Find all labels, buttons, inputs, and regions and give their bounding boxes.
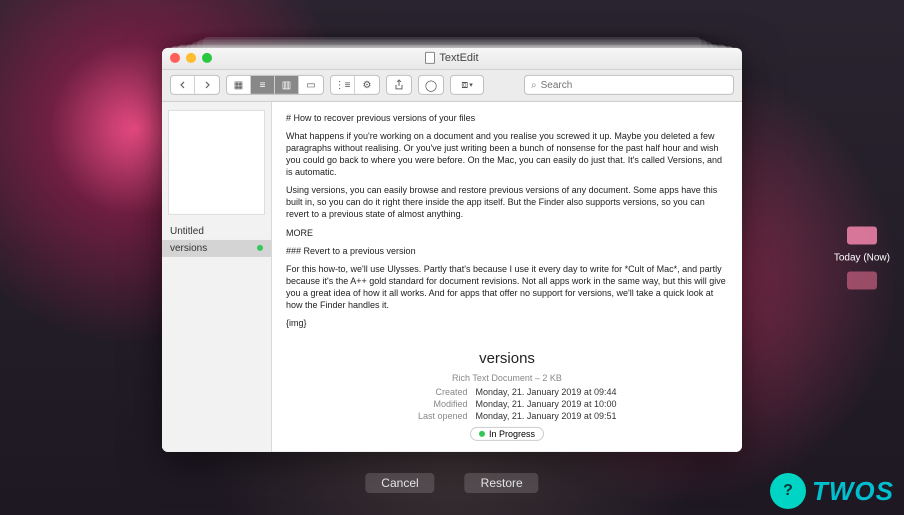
document-icon [425, 52, 435, 64]
watermark-badge-icon: ? [770, 473, 806, 509]
sidebar: Untitled versions [162, 101, 272, 451]
view-group: ▦ ≡ ▥ ▭ [226, 75, 324, 95]
sidebar-item-label: Untitled [170, 225, 204, 236]
forward-button[interactable] [195, 76, 219, 94]
doc-subheading: ### Revert to a previous version [286, 245, 728, 257]
view-gallery-button[interactable]: ▭ [299, 76, 323, 94]
meta-modified-value: Monday, 21. January 2019 at 10:00 [476, 399, 617, 411]
textedit-window: TextEdit ▦ ≡ ▥ ▭ ⋮≡ ⚙ [162, 47, 742, 451]
meta-filename: versions [286, 350, 728, 367]
search-icon: ⌕ [531, 79, 537, 90]
view-list-button[interactable]: ≡ [251, 76, 275, 94]
sidebar-preview-thumb[interactable] [168, 109, 265, 214]
tag-pill[interactable]: In Progress [470, 426, 544, 440]
window-body: Untitled versions # How to recover previ… [162, 101, 742, 451]
tag-label: In Progress [489, 428, 535, 438]
arrange-button[interactable]: ⋮≡ [331, 76, 355, 94]
dropbox-icon: ⧈ [461, 78, 468, 91]
doc-para: Using versions, you can easily browse an… [286, 184, 728, 220]
window-title: TextEdit [162, 52, 742, 64]
titlebar[interactable]: TextEdit [162, 47, 742, 69]
dropbox-button[interactable]: ⧈ ▾ [450, 75, 484, 95]
tag-dot-icon [479, 430, 485, 436]
back-button[interactable] [171, 76, 195, 94]
versions-timeline[interactable]: Today (Now) [834, 226, 890, 289]
timeline-tick[interactable] [847, 271, 877, 289]
file-metadata: versions Rich Text Document – 2 KB Creat… [272, 344, 742, 451]
meta-subtitle: Rich Text Document – 2 KB [286, 373, 728, 383]
action-button[interactable]: ⚙ [355, 76, 379, 94]
view-icon-button[interactable]: ▦ [227, 76, 251, 94]
view-column-button[interactable]: ▥ [275, 76, 299, 94]
search-input[interactable]: ⌕ [524, 75, 734, 95]
share-button[interactable] [386, 75, 412, 95]
restore-button[interactable]: Restore [465, 473, 539, 493]
window-title-text: TextEdit [439, 52, 478, 64]
tag-dot-icon [257, 245, 263, 251]
timeline-label: Today (Now) [834, 252, 890, 263]
chevron-down-icon: ▾ [469, 81, 473, 89]
timeline-tick[interactable] [847, 226, 877, 244]
doc-para: For this how-to, we'll use Ulysses. Part… [286, 263, 728, 312]
content-pane: # How to recover previous versions of yo… [272, 101, 742, 451]
doc-heading: # How to recover previous versions of yo… [286, 111, 728, 123]
document-preview: # How to recover previous versions of yo… [272, 101, 742, 344]
sidebar-item-untitled[interactable]: Untitled [162, 222, 271, 239]
meta-modified-label: Modified [398, 399, 468, 411]
watermark-text: TWOS [812, 476, 894, 507]
nav-group [170, 75, 220, 95]
meta-created-value: Monday, 21. January 2019 at 09:44 [476, 387, 617, 399]
arrange-group: ⋮≡ ⚙ [330, 75, 380, 95]
meta-lastopened-value: Monday, 21. January 2019 at 09:51 [476, 410, 617, 422]
meta-lastopened-label: Last opened [398, 410, 468, 422]
doc-para: {img} [286, 317, 728, 329]
tags-button[interactable]: ◯ [418, 75, 444, 95]
meta-created-label: Created [398, 387, 468, 399]
sidebar-item-label: versions [170, 242, 207, 253]
doc-para: What happens if you're working on a docu… [286, 130, 728, 179]
sidebar-item-versions[interactable]: versions [162, 239, 271, 256]
watermark: ? TWOS [770, 473, 894, 509]
versions-stack: TextEdit ▦ ≡ ▥ ▭ ⋮≡ ⚙ [162, 47, 742, 451]
doc-para: MORE [286, 227, 728, 239]
search-field[interactable] [541, 79, 727, 90]
toolbar: ▦ ≡ ▥ ▭ ⋮≡ ⚙ ◯ ⧈ ▾ ⌕ [162, 69, 742, 101]
cancel-button[interactable]: Cancel [365, 473, 434, 493]
footer-buttons: Cancel Restore [365, 473, 538, 493]
